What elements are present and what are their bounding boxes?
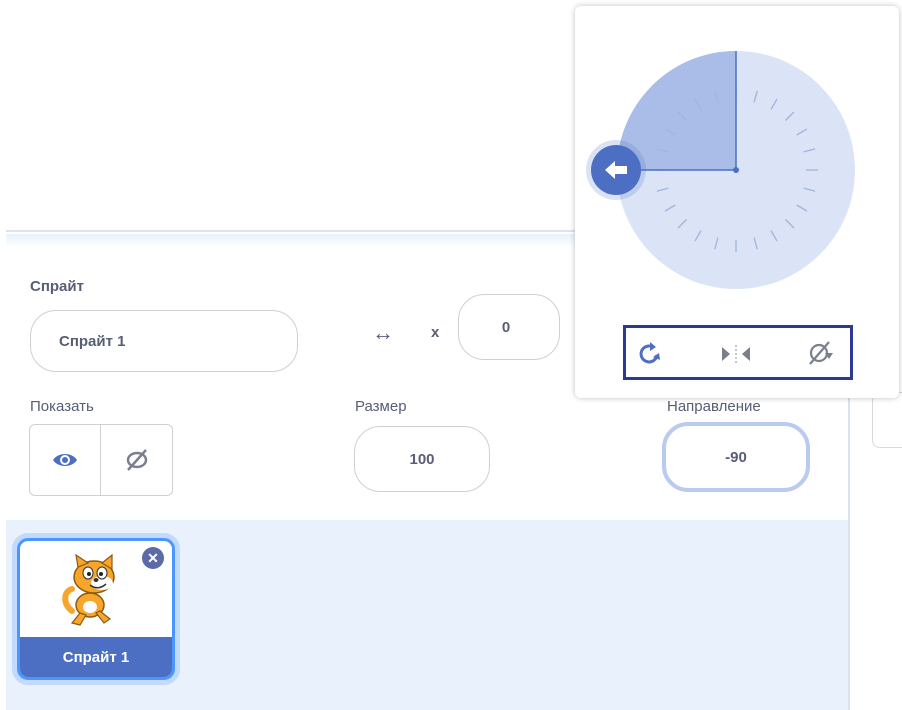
arrow-left-icon bbox=[605, 161, 627, 179]
size-input[interactable]: 100 bbox=[354, 426, 490, 492]
x-value: 0 bbox=[501, 318, 511, 336]
rotation-dont-rotate-button[interactable] bbox=[804, 336, 838, 370]
dont-rotate-icon bbox=[809, 341, 833, 365]
rotation-all-around-button[interactable] bbox=[633, 338, 667, 370]
show-label: Показать bbox=[30, 398, 94, 415]
hide-sprite-button[interactable] bbox=[101, 425, 172, 495]
eye-slash-icon bbox=[126, 449, 147, 471]
left-right-icon bbox=[722, 345, 750, 363]
direction-input[interactable]: -90 bbox=[662, 422, 810, 492]
cat-sprite-thumbnail bbox=[62, 553, 115, 626]
rotation-left-right-button[interactable] bbox=[714, 338, 758, 370]
sprite-name-label: Спрайт bbox=[30, 278, 84, 295]
eye-icon bbox=[53, 454, 77, 466]
sprite-tile-label: Спрайт 1 bbox=[20, 637, 172, 677]
x-arrow-icon: ↔ bbox=[372, 320, 394, 345]
sprite-tile[interactable]: ✕ Спрайт 1 bbox=[17, 538, 175, 680]
visibility-toggle bbox=[29, 424, 173, 496]
x-label: x bbox=[431, 324, 440, 341]
size-label: Размер bbox=[355, 398, 407, 415]
direction-value: -90 bbox=[725, 448, 747, 466]
sprite-name-value: Спрайт 1 bbox=[59, 332, 126, 350]
direction-label: Направление bbox=[667, 398, 761, 415]
direction-handle[interactable] bbox=[591, 145, 641, 195]
sprite-name-input[interactable]: Спрайт 1 bbox=[30, 310, 298, 372]
delete-sprite-icon[interactable]: ✕ bbox=[142, 547, 164, 569]
stage-panel-edge bbox=[872, 392, 902, 448]
size-value: 100 bbox=[409, 450, 435, 468]
show-sprite-button[interactable] bbox=[30, 425, 101, 495]
all-around-icon bbox=[639, 342, 660, 364]
x-input[interactable]: 0 bbox=[458, 294, 560, 360]
